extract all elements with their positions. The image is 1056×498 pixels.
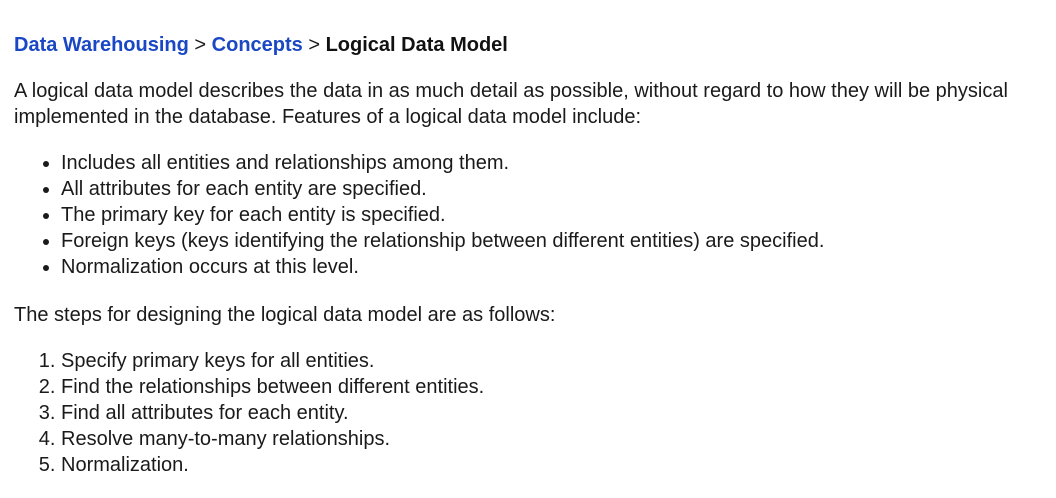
steps-list: Specify primary keys for all entities. F… [14,348,1056,478]
list-item: Find all attributes for each entity. [61,400,1056,426]
page-content: Data Warehousing > Concepts > Logical Da… [0,0,1056,478]
breadcrumb-link-concepts[interactable]: Concepts [212,34,303,56]
breadcrumb-link-data-warehousing[interactable]: Data Warehousing [14,34,189,56]
intro-paragraph: A logical data model describes the data … [14,80,1008,128]
list-item: All attributes for each entity are speci… [61,176,1056,202]
list-item: Resolve many-to-many relationships. [61,426,1056,452]
list-item: Normalization occurs at this level. [61,254,1056,280]
list-item: The primary key for each entity is speci… [61,202,1056,228]
breadcrumb-current-page: Logical Data Model [325,34,508,56]
list-item: Specify primary keys for all entities. [61,348,1056,374]
features-list: Includes all entities and relationships … [14,150,1056,280]
list-item: Includes all entities and relationships … [61,150,1056,176]
list-item: Normalization. [61,452,1056,478]
breadcrumb-separator: > [194,34,212,56]
list-item: Foreign keys (keys identifying the relat… [61,228,1056,254]
list-item: Find the relationships between different… [61,374,1056,400]
breadcrumb-separator: > [308,34,326,56]
breadcrumb: Data Warehousing > Concepts > Logical Da… [14,32,1056,58]
steps-intro-paragraph: The steps for designing the logical data… [14,304,556,326]
